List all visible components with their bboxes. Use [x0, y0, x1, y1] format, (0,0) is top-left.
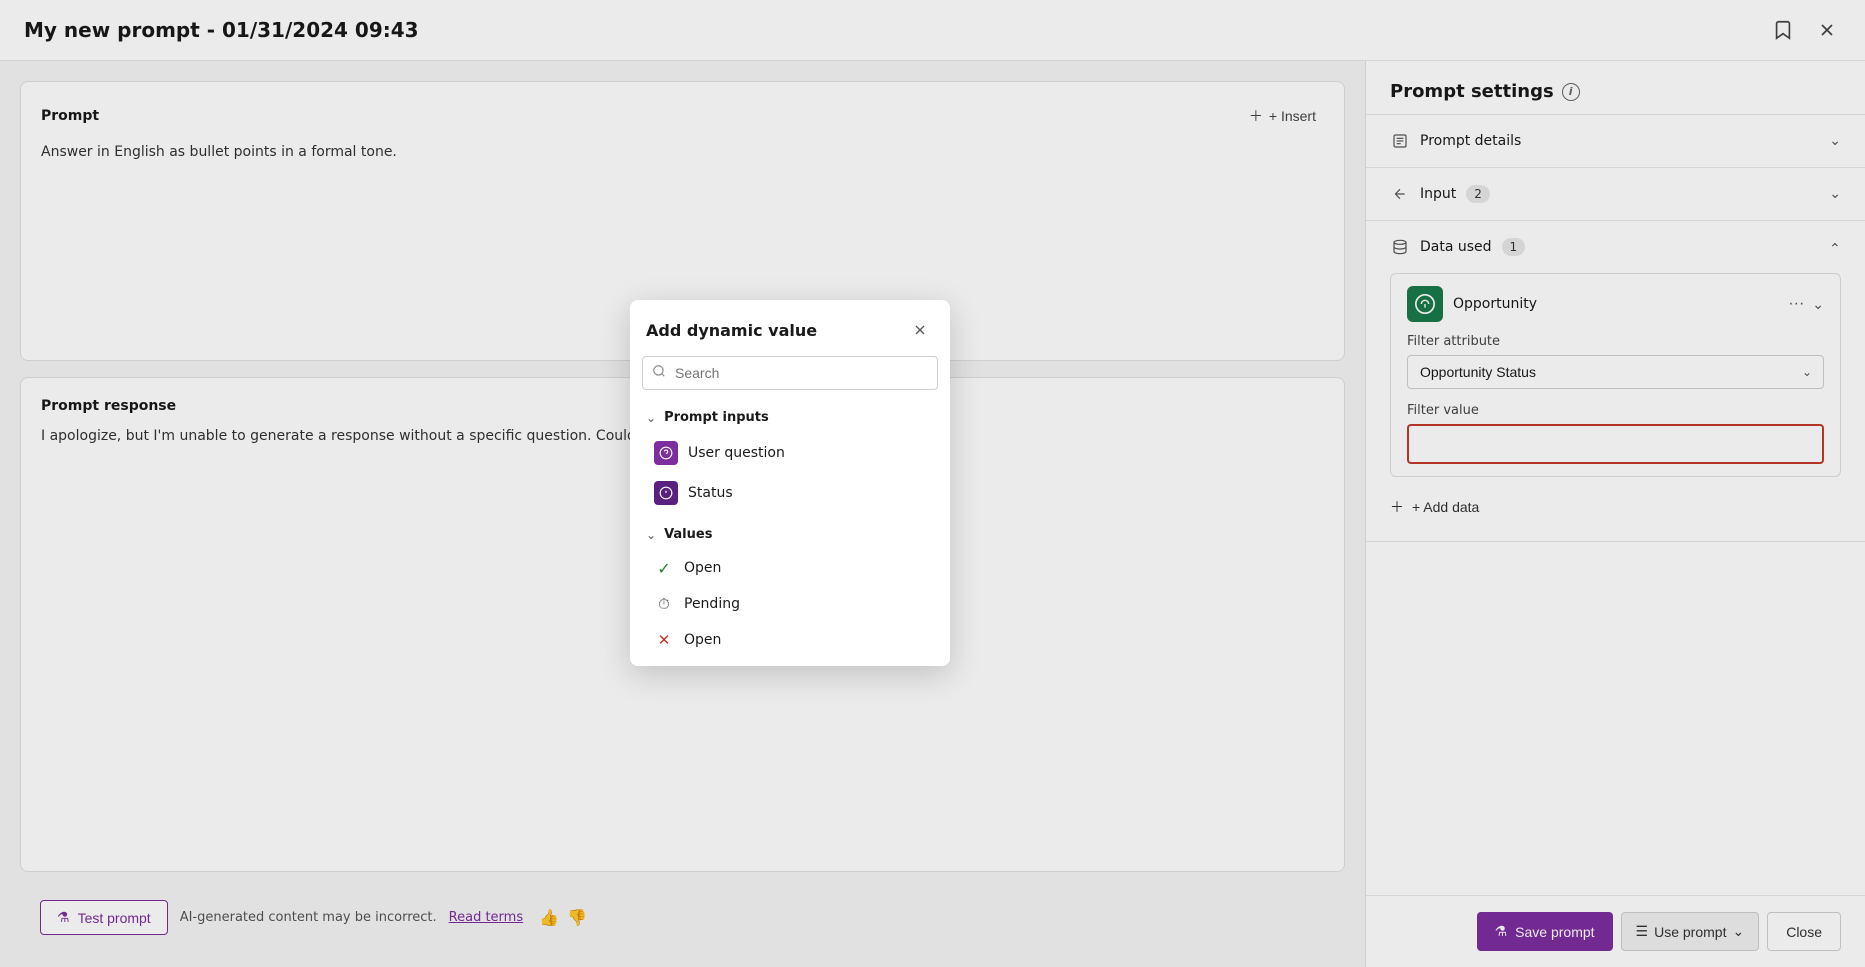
popup-item-user-question[interactable]: User question [642, 433, 938, 473]
pending-label: Pending [684, 596, 740, 612]
popup-title: Add dynamic value [646, 321, 817, 340]
search-icon [652, 364, 666, 382]
popup-value-open-x[interactable]: ✕ Open [642, 622, 938, 658]
prompt-inputs-title: Prompt inputs [664, 410, 769, 425]
popup-close-button[interactable] [906, 316, 934, 344]
popup-values-section: ⌄ Values ✓ Open ⏱ Pending ✕ Open [630, 519, 950, 658]
user-question-label: User question [688, 445, 785, 461]
status-label: Status [688, 485, 733, 501]
popup-item-status[interactable]: Status [642, 473, 938, 513]
status-icon [654, 481, 678, 505]
popup-prompt-inputs-section: ⌄ Prompt inputs User question [630, 402, 950, 513]
values-title: Values [664, 527, 712, 542]
add-dynamic-value-popup: Add dynamic value ⌄ Prompt inputs [630, 300, 950, 666]
user-question-icon [654, 441, 678, 465]
popup-search [642, 356, 938, 390]
pending-icon: ⏱ [654, 594, 674, 614]
popup-value-open-check[interactable]: ✓ Open [642, 550, 938, 586]
popup-search-input[interactable] [642, 356, 938, 390]
popup-header: Add dynamic value [630, 300, 950, 356]
x-icon: ✕ [654, 630, 674, 650]
popup-values-header[interactable]: ⌄ Values [642, 519, 938, 550]
popup-value-pending[interactable]: ⏱ Pending [642, 586, 938, 622]
popup-prompt-inputs-header[interactable]: ⌄ Prompt inputs [642, 402, 938, 433]
open-x-label: Open [684, 632, 721, 648]
check-icon: ✓ [654, 558, 674, 578]
values-chevron-icon: ⌄ [646, 528, 656, 542]
prompt-inputs-chevron-icon: ⌄ [646, 411, 656, 425]
open-check-label: Open [684, 560, 721, 576]
